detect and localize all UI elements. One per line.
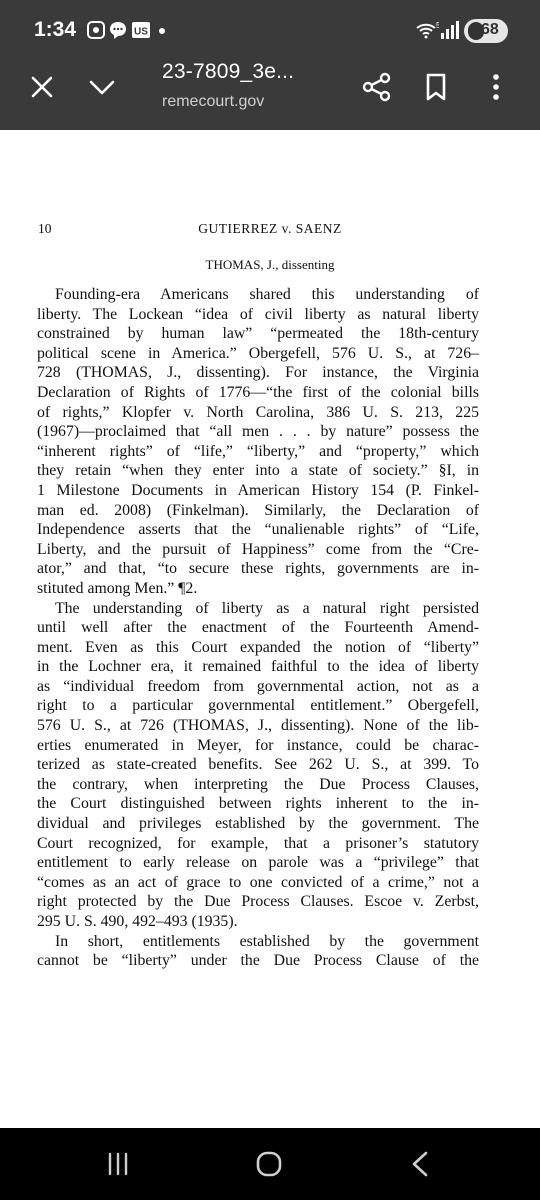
document-line: (1967)—proclaimed that “all men . . . by… (37, 423, 479, 441)
document-line: Liberty, and the pursuit of Happiness” c… (37, 540, 479, 558)
document-line: erties enumerated in Meyer, for instance… (37, 736, 479, 754)
status-bar: 1:34 US 5 68 (0, 0, 540, 62)
battery-indicator: 68 (464, 19, 508, 43)
browser-toolbar: 1:34 US 5 68 23-7809_3e... remecourt.gov (0, 0, 540, 130)
document-line: liberty. The Lockean “idea of civil libe… (37, 305, 479, 323)
svg-text:US: US (134, 27, 148, 38)
opinion-subheading: THOMAS, J., dissenting (205, 257, 335, 272)
document-line: “comes as an act of grace to one convict… (37, 873, 479, 891)
document-line: right protected by the Due Process Claus… (37, 893, 479, 911)
back-icon[interactable] (408, 1150, 432, 1178)
document-line: political scene in America.” Obergefell,… (37, 344, 479, 362)
document-line: cannot be “liberty” under the Due Proces… (37, 952, 479, 970)
screenshot-icon (87, 21, 105, 39)
document-body: Founding-era Americans shared this under… (37, 285, 479, 971)
running-head: GUTIERREZ v. SAENZ (198, 221, 342, 236)
wifi-badge: 5 (436, 21, 439, 30)
document-line: In short, entitlements established by th… (55, 932, 479, 950)
document-line: dividual and privileges established by t… (37, 815, 479, 833)
document-line: The understanding of liberty as a natura… (55, 599, 479, 617)
us-icon: US (132, 22, 150, 38)
document-line: right to a particular governmental entit… (37, 697, 479, 715)
document-line: Founding-era Americans shared this under… (55, 286, 479, 303)
document-line: “inherent rights” of “life,” “liberty,” … (37, 442, 479, 460)
document-line: until well after the enactment of the Fo… (37, 619, 479, 637)
document-line: Independence asserts that the “unalienab… (37, 521, 479, 539)
document-line: terized as state-created benefits. See 2… (37, 756, 479, 774)
document-line: ator,” and that, “to secure these rights… (37, 560, 479, 578)
message-icon (110, 22, 126, 39)
system-navigation-bar (0, 1128, 540, 1200)
recents-icon[interactable] (104, 1150, 132, 1178)
document-line: the contrary, when interpreting the Due … (37, 775, 479, 793)
status-time: 1:34 (34, 18, 77, 41)
document-line: 576 U. S., at 726 (THOMAS, J., dissentin… (37, 717, 479, 735)
document-line: 728 (THOMAS, J., dissenting). For instan… (37, 364, 479, 382)
document-line: of rights,” Klopfer v. North Carolina, 3… (37, 403, 479, 421)
document-url[interactable]: remecourt.gov (162, 93, 264, 111)
bookmark-icon[interactable] (425, 73, 447, 101)
document-line: ment. Even as this Court expanded the no… (37, 638, 479, 656)
document-line: 1 Milestone Documents in American Histor… (37, 481, 479, 499)
more-vert-icon[interactable] (491, 73, 501, 101)
document-line: they retain “when they enter into a stat… (37, 462, 479, 480)
pdf-page[interactable]: 10 GUTIERREZ v. SAENZ THOMAS, J., dissen… (0, 130, 540, 1128)
share-icon[interactable] (362, 72, 392, 102)
close-icon[interactable] (30, 75, 54, 99)
document-line: in the Lochner era, it remained faithful… (37, 658, 479, 676)
document-line: Declaration of Rights of 1776—“the first… (37, 383, 479, 401)
wifi-icon: 5 (416, 21, 439, 39)
notification-dot (159, 28, 165, 34)
document-line: as “individual freedom from governmental… (37, 677, 479, 695)
document-line: Court recognized, for example, that a pr… (37, 834, 479, 852)
chevron-down-icon[interactable] (88, 77, 116, 97)
signal-icon (441, 21, 459, 39)
document-line: 295 U. S. 490, 492–493 (1935). (37, 913, 238, 930)
document-line: man ed. 2008) (Finkelman). Similarly, th… (37, 501, 479, 519)
document-line: constrained by human law” “permeated the… (37, 325, 479, 343)
document-line: the Court distinguished between rights i… (37, 795, 479, 813)
document-line: entitlement to early release on parole w… (37, 854, 479, 872)
document-title[interactable]: 23-7809_3e... (162, 60, 294, 84)
document-line: stituted among Men.” ¶2. (37, 579, 198, 597)
battery-level: 68 (481, 21, 499, 38)
home-icon[interactable] (255, 1150, 283, 1178)
